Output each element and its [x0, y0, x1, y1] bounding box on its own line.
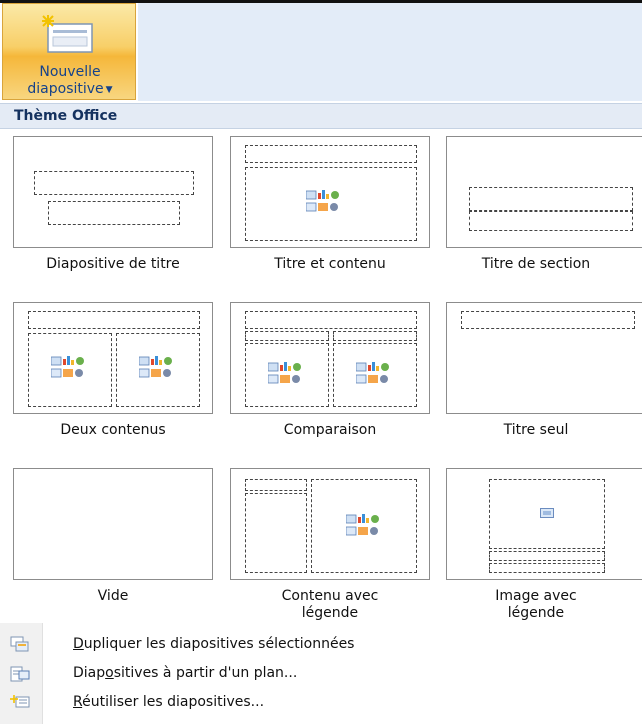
layout-thumbnail: [446, 468, 642, 580]
new-slide-button[interactable]: Nouvelle diapositive ▼: [2, 3, 136, 100]
picture-placeholder: [489, 479, 605, 549]
layout-thumbnail: [230, 468, 430, 580]
layout-label: Diapositive de titre: [46, 256, 180, 272]
layout-label: Titre et contenu: [274, 256, 386, 272]
ribbon-background: [138, 3, 642, 101]
content-icons: [306, 190, 339, 212]
content-icons: [356, 362, 389, 384]
title-placeholder: [489, 551, 605, 561]
title-placeholder: [469, 187, 633, 211]
duplicate-slides-icon: [10, 636, 29, 652]
layout-label: Titre seul: [503, 422, 569, 438]
layout-label: Contenu avec légende: [281, 588, 379, 621]
title-placeholder: [34, 171, 194, 195]
title-placeholder: [245, 311, 417, 329]
slide-options-menu: Dupliquer les diapositives sélectionnées…: [0, 623, 642, 724]
layout-label: Titre de section: [481, 256, 591, 272]
theme-title: Thème Office: [14, 108, 118, 124]
layout-label: Image avec légende: [495, 588, 577, 621]
layout-thumbnail: [13, 302, 213, 414]
heading-placeholder-right: [333, 331, 417, 341]
title-placeholder: [245, 145, 417, 163]
content-placeholder: [311, 479, 417, 573]
picture-icon: [540, 508, 554, 518]
layout-label: Vide: [97, 588, 129, 604]
layout-label: Comparaison: [283, 422, 377, 438]
layout-thumbnail: [13, 468, 213, 580]
content-icons: [346, 514, 379, 536]
content-placeholder-right: [116, 333, 200, 407]
menu-item-slides-from-outline[interactable]: Diapositives à partir d'un plan...: [0, 661, 642, 687]
content-placeholder-left: [245, 343, 329, 407]
content-placeholder-left: [28, 333, 112, 407]
text-placeholder: [489, 563, 605, 573]
layout-label: Deux contenus: [60, 422, 166, 438]
new-slide-icon: [42, 15, 93, 53]
menu-item-reuse-slides[interactable]: Réutiliser les diapositives...: [0, 690, 642, 716]
subtitle-placeholder: [48, 201, 180, 225]
chevron-down-icon: ▼: [105, 85, 113, 95]
layout-thumbnail: [446, 136, 642, 248]
title-placeholder: [28, 311, 200, 329]
slides-from-outline-icon: [10, 666, 30, 682]
heading-placeholder-left: [245, 331, 329, 341]
layout-thumbnail: [13, 136, 213, 248]
layout-thumbnail: [230, 302, 430, 414]
layout-gallery: Diapositive de titre Titre et contenu Ti…: [0, 129, 642, 623]
content-placeholder: [245, 167, 417, 241]
title-placeholder: [461, 311, 635, 329]
menu-item-duplicate-slides[interactable]: Dupliquer les diapositives sélectionnées: [0, 632, 642, 658]
content-icons: [51, 356, 84, 378]
content-icons: [139, 356, 172, 378]
menu-item-label: Réutiliser les diapositives...: [73, 694, 265, 710]
content-icons: [268, 362, 301, 384]
title-placeholder: [245, 479, 307, 491]
layout-thumbnail: [230, 136, 430, 248]
menu-item-label: Diapositives à partir d'un plan...: [73, 665, 298, 681]
text-placeholder: [245, 493, 307, 573]
content-placeholder-right: [333, 343, 417, 407]
menu-item-label: Dupliquer les diapositives sélectionnées: [73, 636, 355, 652]
gallery-header: Thème Office: [0, 103, 642, 129]
text-placeholder: [469, 211, 633, 231]
new-slide-label: Nouvelle diapositive ▼: [27, 64, 113, 97]
layout-thumbnail: [446, 302, 642, 414]
reuse-slides-icon: [10, 695, 30, 708]
